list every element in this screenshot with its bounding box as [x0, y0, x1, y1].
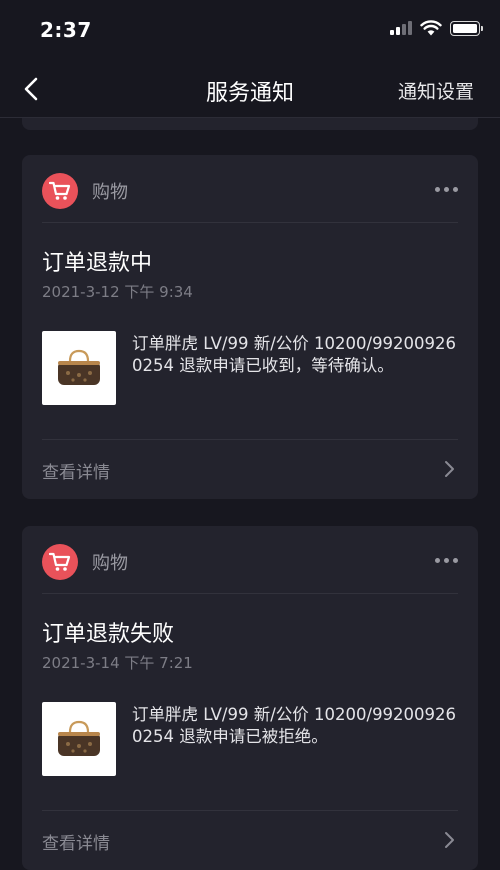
category-label: 购物 — [92, 553, 128, 574]
more-dots-icon[interactable] — [435, 187, 458, 192]
view-details-row[interactable]: 查看详情 — [42, 810, 458, 870]
view-details-link[interactable]: 查看详情 — [42, 458, 110, 483]
battery-icon — [450, 20, 483, 36]
notification-time: 2021-3-14 下午 7:21 — [42, 654, 193, 672]
shopping-cart-icon — [42, 173, 78, 209]
view-details-link[interactable]: 查看详情 — [42, 829, 110, 854]
notification-message: 订单胖虎 LV/99 新/公价 10200/992009260254 退款申请已… — [132, 334, 457, 375]
product-image[interactable] — [42, 331, 116, 405]
status-bar: 2:37 — [0, 0, 500, 60]
status-time: 2:37 — [40, 18, 92, 42]
notification-card: 购物 订单退款中 2021-3-12 下午 9:34 订单胖虎 LV/99 新/… — [22, 155, 478, 499]
notification-title: 订单退款中 — [42, 251, 153, 276]
more-dots-icon[interactable] — [435, 558, 458, 563]
card-header: 购物 — [42, 173, 458, 223]
notification-time: 2021-3-12 下午 9:34 — [42, 283, 193, 301]
shopping-cart-icon — [42, 544, 78, 580]
status-icons — [390, 20, 483, 36]
card-header: 购物 — [42, 544, 458, 594]
notification-message: 订单胖虎 LV/99 新/公价 10200/992009260254 退款申请已… — [132, 705, 457, 746]
notification-settings-button[interactable]: 通知设置 — [398, 77, 474, 104]
product-image[interactable] — [42, 702, 116, 776]
cellular-signal-icon — [390, 21, 412, 35]
chevron-right-icon — [445, 461, 454, 477]
previous-card-edge — [22, 118, 478, 130]
nav-bar: 服务通知 通知设置 — [0, 60, 500, 118]
notification-card: 购物 订单退款失败 2021-3-14 下午 7:21 订单胖虎 LV/99 新… — [22, 526, 478, 870]
wifi-icon — [420, 20, 442, 36]
handbag-image — [58, 349, 100, 385]
category-label: 购物 — [92, 182, 128, 203]
handbag-image — [58, 720, 100, 756]
view-details-row[interactable]: 查看详情 — [42, 439, 458, 499]
notification-title: 订单退款失败 — [42, 622, 175, 647]
chevron-right-icon — [445, 832, 454, 848]
